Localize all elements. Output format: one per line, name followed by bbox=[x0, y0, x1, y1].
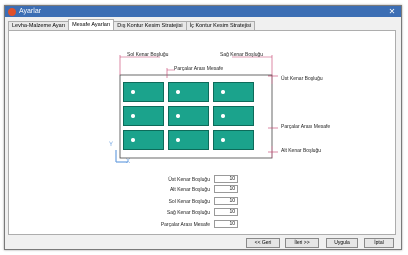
apply-button[interactable]: Uygula bbox=[326, 238, 358, 248]
field-label-ust: Üst Kenar Boşluğu bbox=[168, 177, 210, 183]
hole-icon bbox=[176, 90, 180, 94]
label-ust-kenar: Üst Kenar Boşluğu bbox=[281, 76, 323, 82]
cancel-button[interactable]: İptal bbox=[364, 238, 394, 248]
label-parca-arasi-top: Parçalar Arası Mesafe bbox=[174, 66, 224, 72]
label-parca-arasi-right: Parçalar Arası Mesafe bbox=[281, 124, 331, 130]
hole-icon bbox=[131, 90, 135, 94]
field-label-sag: Sağ Kenar Boşluğu bbox=[166, 210, 210, 216]
dimension-diagram bbox=[115, 55, 278, 163]
label-alt-kenar: Alt Kenar Boşluğu bbox=[281, 148, 322, 154]
back-button[interactable]: << Geri bbox=[246, 238, 280, 248]
axis-y-label: Y bbox=[109, 142, 114, 148]
sag-kenar-input[interactable] bbox=[214, 208, 238, 216]
label-sol-kenar: Sol Kenar Boşluğu bbox=[127, 52, 169, 58]
next-button[interactable]: İleri >> bbox=[285, 238, 319, 248]
part-9 bbox=[213, 130, 254, 150]
tab-mesafe-ayarlari[interactable]: Mesafe Ayarları bbox=[68, 19, 115, 30]
part-4 bbox=[123, 106, 164, 126]
sol-kenar-input[interactable] bbox=[214, 197, 238, 205]
field-label-sol: Sol Kenar Boşluğu bbox=[168, 199, 210, 205]
alt-kenar-input[interactable] bbox=[214, 185, 238, 193]
hole-icon bbox=[131, 138, 135, 142]
parca-arasi-input[interactable] bbox=[214, 220, 238, 228]
part-3 bbox=[213, 82, 254, 102]
part-8 bbox=[168, 130, 209, 150]
axis-x-label: X bbox=[126, 159, 131, 165]
part-5 bbox=[168, 106, 209, 126]
part-2 bbox=[168, 82, 209, 102]
ust-kenar-input[interactable] bbox=[214, 175, 238, 183]
hole-icon bbox=[221, 114, 225, 118]
part-6 bbox=[213, 106, 254, 126]
field-label-parca: Parçalar Arası Mesafe bbox=[160, 222, 210, 228]
hole-icon bbox=[221, 138, 225, 142]
field-label-alt: Alt Kenar Boşluğu bbox=[169, 187, 210, 193]
hole-icon bbox=[221, 90, 225, 94]
hole-icon bbox=[176, 114, 180, 118]
label-sag-kenar: Sağ Kenar Boşluğu bbox=[220, 52, 264, 58]
part-1 bbox=[123, 82, 164, 102]
hole-icon bbox=[131, 114, 135, 118]
hole-icon bbox=[176, 138, 180, 142]
part-7 bbox=[123, 130, 164, 150]
